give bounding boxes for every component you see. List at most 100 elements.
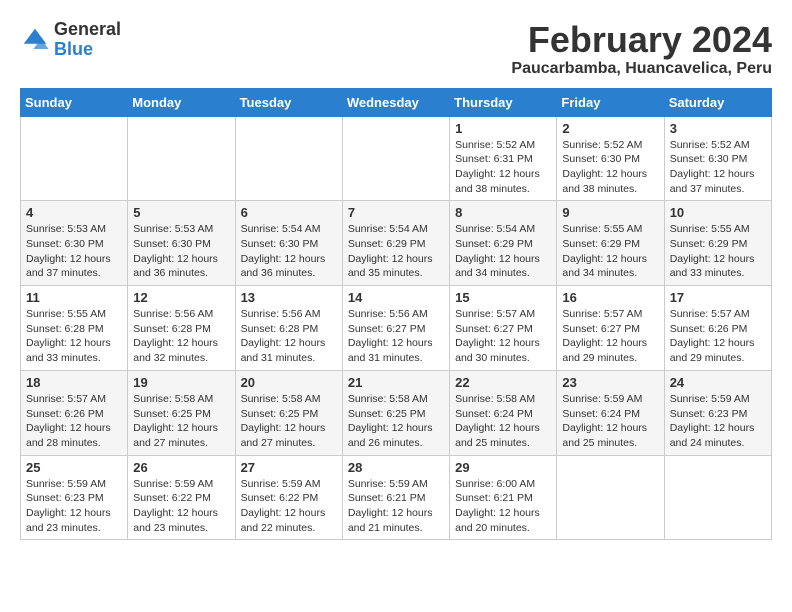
- calendar-cell: 29 Sunrise: 6:00 AMSunset: 6:21 PMDayligh…: [450, 455, 557, 540]
- logo-blue-text: Blue: [54, 39, 93, 59]
- day-info: Sunrise: 5:55 AMSunset: 6:29 PMDaylight:…: [670, 222, 766, 281]
- calendar-cell: 3 Sunrise: 5:52 AMSunset: 6:30 PMDaylight…: [664, 116, 771, 201]
- calendar-cell: 6 Sunrise: 5:54 AMSunset: 6:30 PMDaylight…: [235, 201, 342, 286]
- calendar-cell: 2 Sunrise: 5:52 AMSunset: 6:30 PMDaylight…: [557, 116, 664, 201]
- day-info: Sunrise: 5:53 AMSunset: 6:30 PMDaylight:…: [133, 222, 229, 281]
- calendar-week-4: 18 Sunrise: 5:57 AMSunset: 6:26 PMDayligh…: [21, 370, 772, 455]
- calendar-week-5: 25 Sunrise: 5:59 AMSunset: 6:23 PMDayligh…: [21, 455, 772, 540]
- day-number: 10: [670, 205, 766, 220]
- day-info: Sunrise: 5:56 AMSunset: 6:27 PMDaylight:…: [348, 307, 444, 366]
- logo: General Blue: [20, 20, 121, 60]
- day-info: Sunrise: 5:59 AMSunset: 6:21 PMDaylight:…: [348, 477, 444, 536]
- day-info: Sunrise: 5:56 AMSunset: 6:28 PMDaylight:…: [241, 307, 337, 366]
- day-number: 22: [455, 375, 551, 390]
- calendar-cell: 16 Sunrise: 5:57 AMSunset: 6:27 PMDayligh…: [557, 286, 664, 371]
- calendar-table: SundayMondayTuesdayWednesdayThursdayFrid…: [20, 88, 772, 541]
- day-info: Sunrise: 6:00 AMSunset: 6:21 PMDaylight:…: [455, 477, 551, 536]
- calendar-cell: 25 Sunrise: 5:59 AMSunset: 6:23 PMDayligh…: [21, 455, 128, 540]
- calendar-body: 1 Sunrise: 5:52 AMSunset: 6:31 PMDaylight…: [21, 116, 772, 540]
- day-info: Sunrise: 5:52 AMSunset: 6:30 PMDaylight:…: [670, 138, 766, 197]
- day-number: 18: [26, 375, 122, 390]
- day-number: 21: [348, 375, 444, 390]
- calendar-cell: 11 Sunrise: 5:55 AMSunset: 6:28 PMDayligh…: [21, 286, 128, 371]
- calendar-cell: 9 Sunrise: 5:55 AMSunset: 6:29 PMDaylight…: [557, 201, 664, 286]
- day-number: 4: [26, 205, 122, 220]
- day-info: Sunrise: 5:57 AMSunset: 6:26 PMDaylight:…: [670, 307, 766, 366]
- day-number: 5: [133, 205, 229, 220]
- weekday-header-saturday: Saturday: [664, 88, 771, 116]
- day-info: Sunrise: 5:54 AMSunset: 6:30 PMDaylight:…: [241, 222, 337, 281]
- day-info: Sunrise: 5:58 AMSunset: 6:25 PMDaylight:…: [348, 392, 444, 451]
- calendar-cell: 10 Sunrise: 5:55 AMSunset: 6:29 PMDayligh…: [664, 201, 771, 286]
- day-info: Sunrise: 5:52 AMSunset: 6:31 PMDaylight:…: [455, 138, 551, 197]
- calendar-cell: 4 Sunrise: 5:53 AMSunset: 6:30 PMDaylight…: [21, 201, 128, 286]
- day-number: 23: [562, 375, 658, 390]
- calendar-week-3: 11 Sunrise: 5:55 AMSunset: 6:28 PMDayligh…: [21, 286, 772, 371]
- calendar-cell: 19 Sunrise: 5:58 AMSunset: 6:25 PMDayligh…: [128, 370, 235, 455]
- day-info: Sunrise: 5:58 AMSunset: 6:25 PMDaylight:…: [241, 392, 337, 451]
- day-info: Sunrise: 5:59 AMSunset: 6:24 PMDaylight:…: [562, 392, 658, 451]
- calendar-cell: 8 Sunrise: 5:54 AMSunset: 6:29 PMDaylight…: [450, 201, 557, 286]
- day-number: 13: [241, 290, 337, 305]
- weekday-header-friday: Friday: [557, 88, 664, 116]
- calendar-cell: 28 Sunrise: 5:59 AMSunset: 6:21 PMDayligh…: [342, 455, 449, 540]
- day-info: Sunrise: 5:59 AMSunset: 6:23 PMDaylight:…: [670, 392, 766, 451]
- calendar-cell: [664, 455, 771, 540]
- day-number: 24: [670, 375, 766, 390]
- day-info: Sunrise: 5:59 AMSunset: 6:23 PMDaylight:…: [26, 477, 122, 536]
- calendar-subtitle: Paucarbamba, Huancavelica, Peru: [511, 60, 772, 78]
- calendar-cell: 21 Sunrise: 5:58 AMSunset: 6:25 PMDayligh…: [342, 370, 449, 455]
- day-number: 6: [241, 205, 337, 220]
- calendar-cell: [235, 116, 342, 201]
- day-number: 20: [241, 375, 337, 390]
- day-number: 17: [670, 290, 766, 305]
- day-info: Sunrise: 5:57 AMSunset: 6:26 PMDaylight:…: [26, 392, 122, 451]
- calendar-cell: [128, 116, 235, 201]
- day-info: Sunrise: 5:54 AMSunset: 6:29 PMDaylight:…: [348, 222, 444, 281]
- calendar-cell: 24 Sunrise: 5:59 AMSunset: 6:23 PMDayligh…: [664, 370, 771, 455]
- calendar-cell: 5 Sunrise: 5:53 AMSunset: 6:30 PMDaylight…: [128, 201, 235, 286]
- calendar-cell: 7 Sunrise: 5:54 AMSunset: 6:29 PMDaylight…: [342, 201, 449, 286]
- calendar-cell: 17 Sunrise: 5:57 AMSunset: 6:26 PMDayligh…: [664, 286, 771, 371]
- calendar-cell: [21, 116, 128, 201]
- day-info: Sunrise: 5:58 AMSunset: 6:24 PMDaylight:…: [455, 392, 551, 451]
- calendar-cell: 14 Sunrise: 5:56 AMSunset: 6:27 PMDayligh…: [342, 286, 449, 371]
- day-info: Sunrise: 5:56 AMSunset: 6:28 PMDaylight:…: [133, 307, 229, 366]
- weekday-header-thursday: Thursday: [450, 88, 557, 116]
- calendar-cell: 26Sunrise: 5:59 AMSunset: 6:22 PMDayligh…: [128, 455, 235, 540]
- calendar-header: SundayMondayTuesdayWednesdayThursdayFrid…: [21, 88, 772, 116]
- weekday-header-tuesday: Tuesday: [235, 88, 342, 116]
- day-number: 16: [562, 290, 658, 305]
- day-number: 8: [455, 205, 551, 220]
- calendar-cell: [557, 455, 664, 540]
- day-number: 2: [562, 121, 658, 136]
- page-header: General Blue February 2024 Paucarbamba, …: [20, 20, 772, 78]
- day-number: 27: [241, 460, 337, 475]
- day-info: Sunrise: 5:53 AMSunset: 6:30 PMDaylight:…: [26, 222, 122, 281]
- day-info: Sunrise: 5:52 AMSunset: 6:30 PMDaylight:…: [562, 138, 658, 197]
- calendar-cell: 15Sunrise: 5:57 AMSunset: 6:27 PMDayligh…: [450, 286, 557, 371]
- day-number: 14: [348, 290, 444, 305]
- day-number: 1: [455, 121, 551, 136]
- day-number: 9: [562, 205, 658, 220]
- weekday-header-monday: Monday: [128, 88, 235, 116]
- weekday-header-sunday: Sunday: [21, 88, 128, 116]
- day-info: Sunrise: 5:57 AMSunset: 6:27 PMDaylight:…: [562, 307, 658, 366]
- day-number: 7: [348, 205, 444, 220]
- calendar-cell: 27 Sunrise: 5:59 AMSunset: 6:22 PMDayligh…: [235, 455, 342, 540]
- day-number: 28: [348, 460, 444, 475]
- day-number: 11: [26, 290, 122, 305]
- day-number: 19: [133, 375, 229, 390]
- day-info: Sunrise: 5:58 AMSunset: 6:25 PMDaylight:…: [133, 392, 229, 451]
- calendar-cell: 20 Sunrise: 5:58 AMSunset: 6:25 PMDayligh…: [235, 370, 342, 455]
- logo-general-text: General: [54, 19, 121, 39]
- day-info: Sunrise: 5:59 AMSunset: 6:22 PMDaylight:…: [241, 477, 337, 536]
- day-number: 25: [26, 460, 122, 475]
- calendar-cell: 22 Sunrise: 5:58 AMSunset: 6:24 PMDayligh…: [450, 370, 557, 455]
- day-info: Sunrise: 5:54 AMSunset: 6:29 PMDaylight:…: [455, 222, 551, 281]
- day-info: Sunrise: 5:55 AMSunset: 6:29 PMDaylight:…: [562, 222, 658, 281]
- day-info: Sunrise: 5:55 AMSunset: 6:28 PMDaylight:…: [26, 307, 122, 366]
- weekday-header-row: SundayMondayTuesdayWednesdayThursdayFrid…: [21, 88, 772, 116]
- day-number: 3: [670, 121, 766, 136]
- day-number: 29: [455, 460, 551, 475]
